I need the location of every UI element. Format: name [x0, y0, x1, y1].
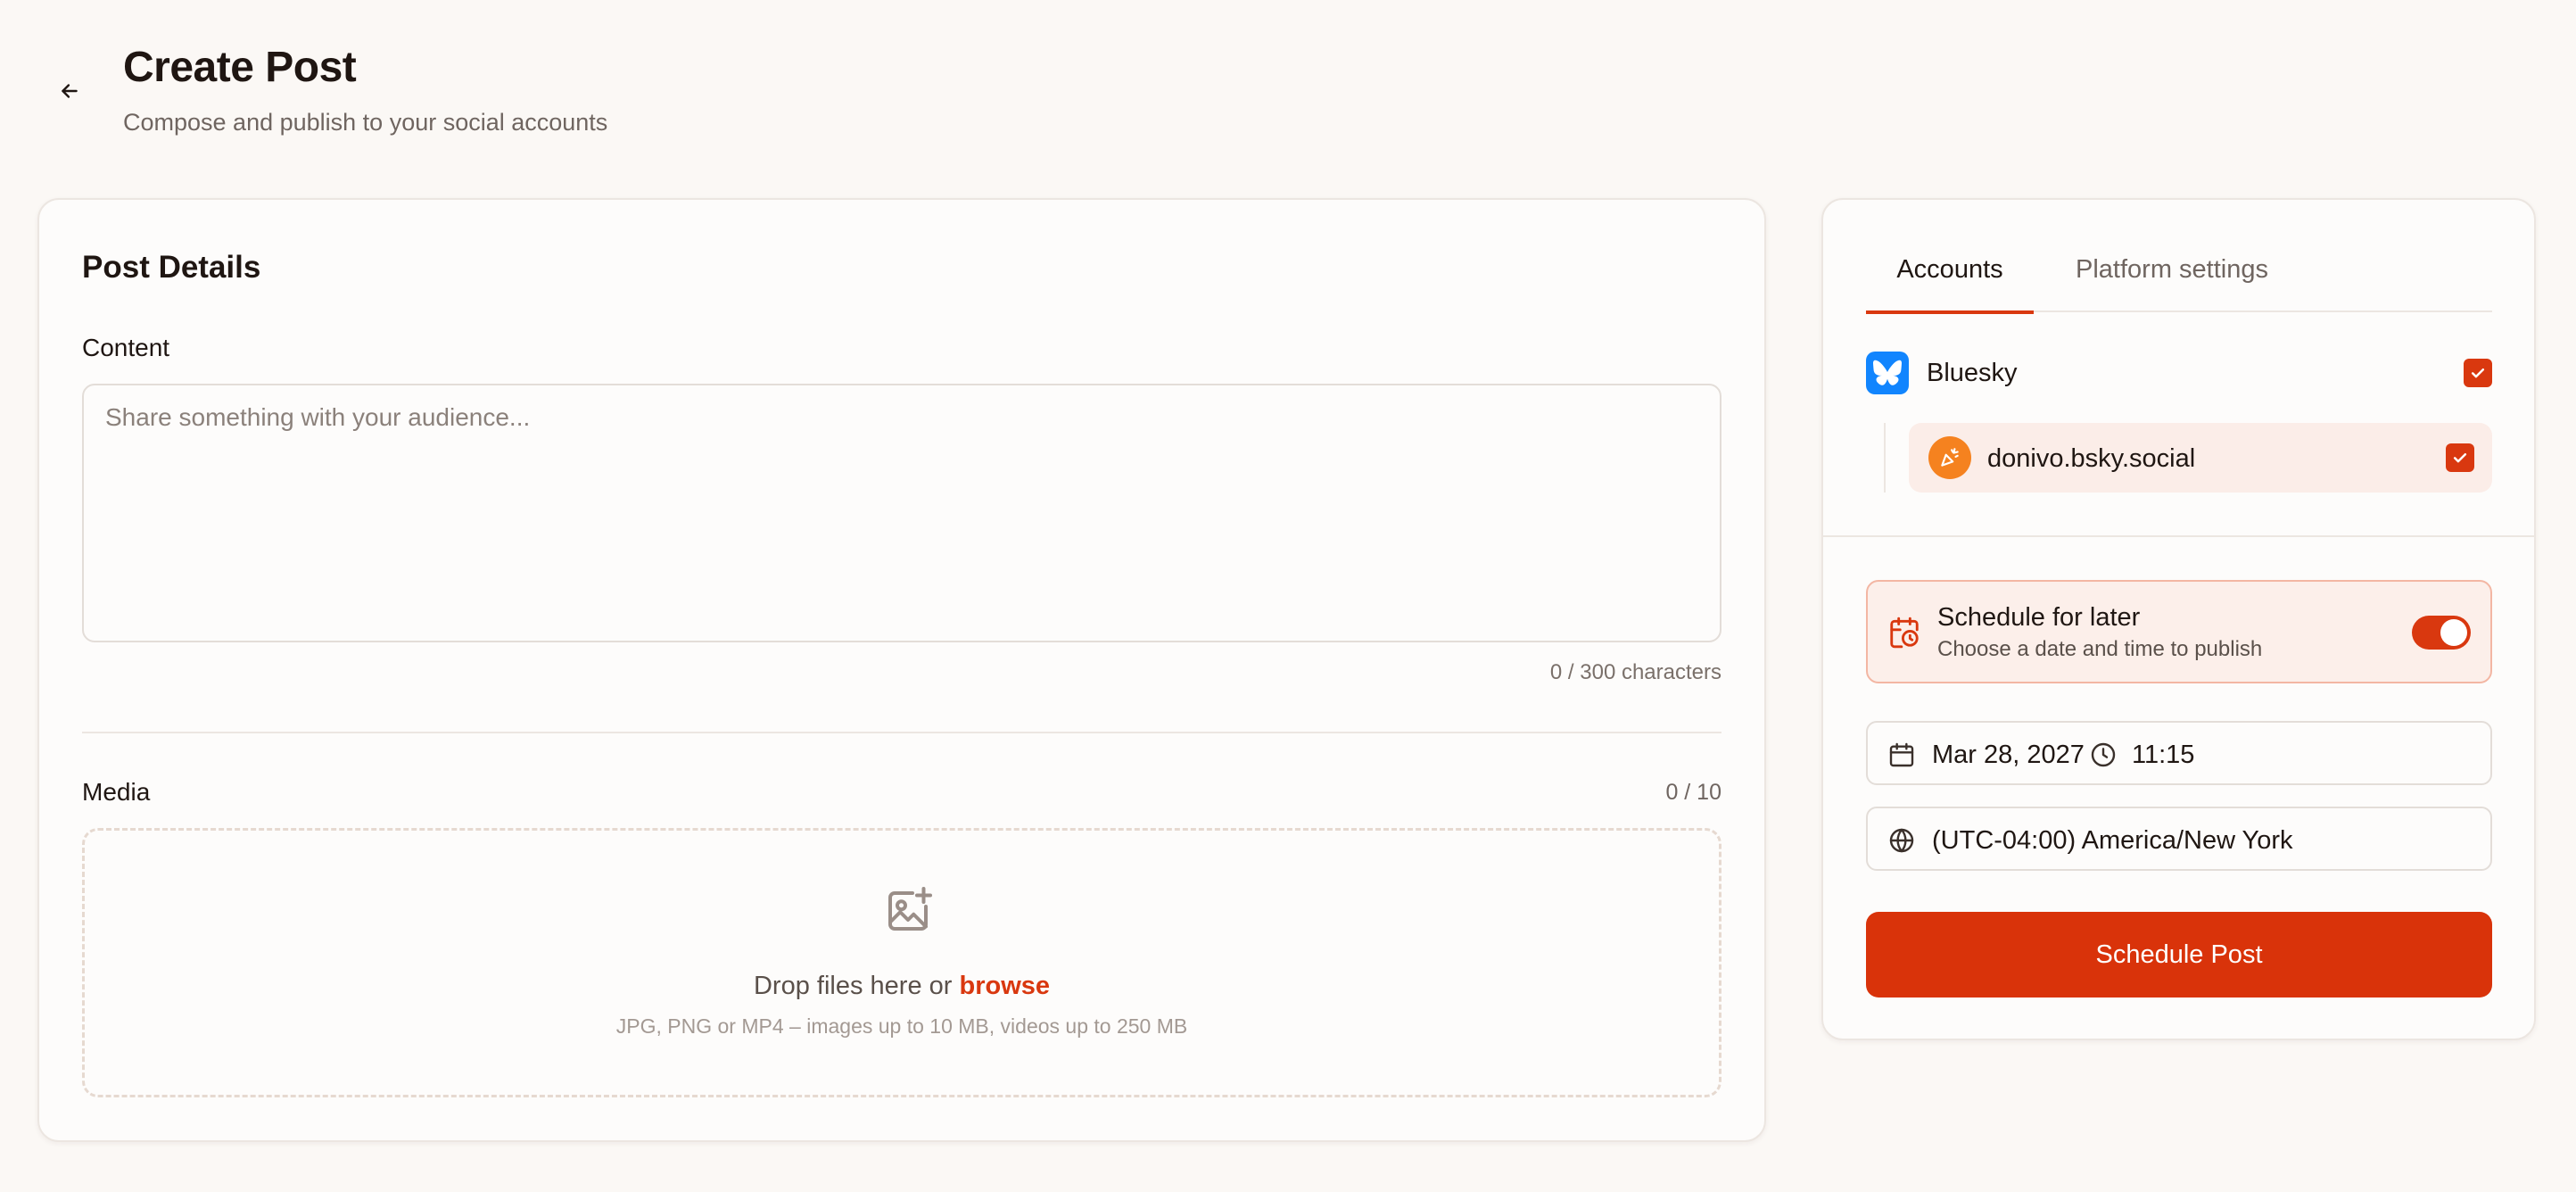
- dropzone-hint: JPG, PNG or MP4 – images up to 10 MB, vi…: [615, 1014, 1188, 1038]
- settings-divider: [1823, 535, 2534, 537]
- drop-files-label: Drop files here or: [753, 972, 953, 1000]
- check-icon: [2471, 368, 2485, 378]
- media-label: Media: [82, 778, 151, 806]
- schedule-for-later-panel: Schedule for later Choose a date and tim…: [1866, 580, 2492, 683]
- tab-accounts[interactable]: Accounts: [1866, 255, 2034, 314]
- calendar-icon: [1889, 742, 1914, 767]
- platform-checkbox-bluesky[interactable]: [2464, 359, 2492, 387]
- calendar-clock-icon: [1890, 617, 1919, 649]
- toggle-knob: [2440, 619, 2467, 646]
- page-subtitle: Compose and publish to your social accou…: [123, 109, 608, 136]
- schedule-subtitle: Choose a date and time to publish: [1937, 637, 2263, 661]
- clock-icon: [2091, 742, 2116, 767]
- browse-link[interactable]: browse: [959, 972, 1050, 1000]
- arrow-left-icon: [62, 84, 78, 98]
- date-time-picker[interactable]: Mar 28, 2027 11:15: [1866, 721, 2492, 785]
- tab-platform-settings[interactable]: Platform settings: [2069, 255, 2275, 312]
- account-handle: donivo.bsky.social: [1987, 444, 2196, 473]
- platform-row-bluesky[interactable]: Bluesky: [1866, 350, 2492, 396]
- timezone-select[interactable]: (UTC-04:00) America/New York: [1866, 807, 2492, 871]
- globe-icon: [1889, 828, 1914, 853]
- create-post-page: Create Post Compose and publish to your …: [0, 0, 2576, 1192]
- content-label: Content: [82, 334, 170, 361]
- account-row[interactable]: donivo.bsky.social: [1909, 423, 2492, 493]
- post-details-card: Post Details Content 0 / 300 characters …: [37, 198, 1766, 1142]
- party-popper-icon: [1941, 448, 1959, 467]
- character-count: 0 / 300 characters: [1549, 660, 1721, 684]
- content-textarea[interactable]: [82, 384, 1721, 642]
- back-button[interactable]: [50, 71, 89, 111]
- image-add-icon: [888, 887, 932, 931]
- platform-name: Bluesky: [1927, 359, 2018, 387]
- dropzone-text: Drop files here or browse: [85, 972, 1719, 1001]
- avatar: [1928, 436, 1971, 479]
- media-count: 0 / 10: [1665, 780, 1721, 805]
- page-title: Create Post: [123, 44, 357, 91]
- schedule-title: Schedule for later: [1937, 603, 2141, 632]
- section-divider: [82, 732, 1721, 733]
- date-value[interactable]: Mar 28, 2027: [1932, 741, 2085, 770]
- account-checkbox[interactable]: [2446, 443, 2474, 472]
- settings-tabs: Accounts Platform settings: [1866, 255, 2492, 314]
- publish-settings-card: Accounts Platform settings Bluesky doniv…: [1821, 198, 2536, 1040]
- schedule-post-button[interactable]: Schedule Post: [1866, 912, 2492, 997]
- bluesky-logo-icon: [1866, 352, 1909, 394]
- timezone-value: (UTC-04:00) America/New York: [1932, 826, 2293, 855]
- account-tree-line: [1884, 423, 1886, 493]
- post-details-title: Post Details: [82, 250, 261, 285]
- time-value[interactable]: 11:15: [2132, 741, 2194, 770]
- check-icon: [2453, 453, 2467, 463]
- media-dropzone[interactable]: Drop files here or browse JPG, PNG or MP…: [82, 828, 1721, 1097]
- schedule-toggle[interactable]: [2412, 616, 2471, 650]
